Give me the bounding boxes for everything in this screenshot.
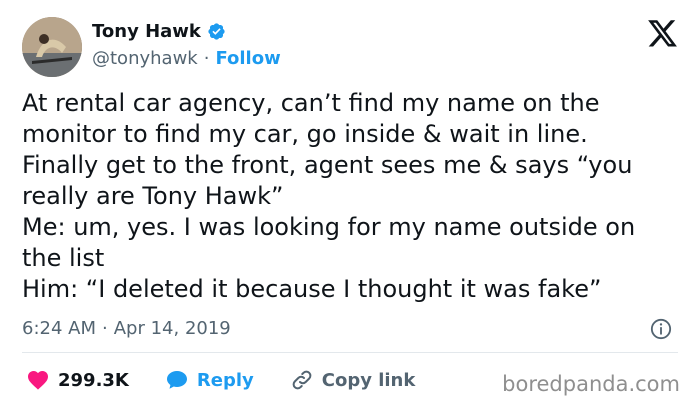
like-count: 299.3K (58, 369, 129, 391)
reply-button[interactable]: Reply (165, 368, 254, 392)
avatar[interactable] (22, 17, 82, 77)
author-name-row: Tony Hawk (92, 21, 226, 42)
tweet-line: At rental car agency, can’t find my name… (22, 89, 600, 117)
tweet-line: Me: um, yes. I was looking for my name o… (22, 213, 636, 241)
tweet-line: Him: “I deleted it because I thought it … (22, 275, 602, 303)
x-logo-icon[interactable] (648, 20, 678, 48)
verified-badge-icon (207, 22, 226, 41)
separator-dot: · (102, 318, 108, 339)
author-handle[interactable]: @tonyhawk (92, 48, 198, 69)
author-handle-row: @tonyhawk · Follow (92, 48, 281, 69)
copy-link-button[interactable]: Copy link (290, 368, 416, 392)
separator-dot: · (203, 48, 210, 69)
speech-bubble-icon (165, 368, 189, 392)
follow-button[interactable]: Follow (215, 48, 280, 69)
link-icon (290, 368, 314, 392)
tweet-line: really are Tony Hawk” (22, 182, 284, 210)
heart-icon (26, 368, 50, 392)
tweet-text: At rental car agency, can’t find my name… (22, 88, 692, 305)
divider (22, 352, 678, 353)
tweet-line: Finally get to the front, agent sees me … (22, 151, 633, 179)
avatar-image (22, 17, 82, 77)
tweet-timestamp[interactable]: 6:24 AM · Apr 14, 2019 (22, 318, 231, 339)
tweet-line: the list (22, 244, 105, 272)
copy-link-label: Copy link (321, 369, 416, 391)
author-name[interactable]: Tony Hawk (92, 21, 201, 42)
tweet-date: Apr 14, 2019 (113, 318, 231, 339)
info-icon[interactable] (650, 318, 672, 340)
tweet-line: monitor to find my car, go inside & wait… (22, 120, 588, 148)
like-button[interactable]: 299.3K (26, 368, 129, 392)
action-bar: 299.3K Reply Copy link (26, 368, 451, 392)
tweet-time: 6:24 AM (22, 318, 96, 339)
reply-label: Reply (196, 369, 254, 391)
watermark: boredpanda.com (502, 372, 680, 396)
